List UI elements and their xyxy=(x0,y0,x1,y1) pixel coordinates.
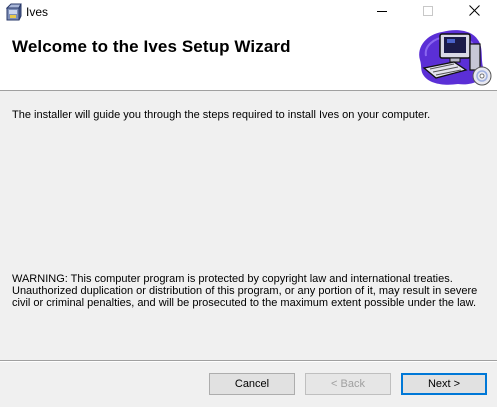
maximize-icon xyxy=(423,3,433,21)
minimize-icon xyxy=(377,3,387,21)
setup-window: Ives Welcome to the Ives Setup Wizard Th… xyxy=(0,0,497,407)
wizard-header: Welcome to the Ives Setup Wizard xyxy=(0,24,497,91)
window-title: Ives xyxy=(26,5,49,19)
intro-text: The installer will guide you through the… xyxy=(12,109,431,121)
title-bar[interactable]: Ives xyxy=(0,0,497,24)
close-button[interactable] xyxy=(451,0,497,24)
back-button[interactable]: < Back xyxy=(305,373,391,395)
computer-cd-icon xyxy=(414,26,496,88)
page-title: Welcome to the Ives Setup Wizard xyxy=(12,37,291,56)
maximize-button[interactable] xyxy=(405,0,451,24)
copyright-warning: WARNING: This computer program is protec… xyxy=(12,273,478,309)
next-button[interactable]: Next > xyxy=(401,373,487,395)
installer-box-icon xyxy=(5,3,22,21)
cancel-button[interactable]: Cancel xyxy=(209,373,295,395)
footer-divider xyxy=(0,360,497,362)
minimize-button[interactable] xyxy=(359,0,405,24)
close-icon xyxy=(468,3,480,21)
